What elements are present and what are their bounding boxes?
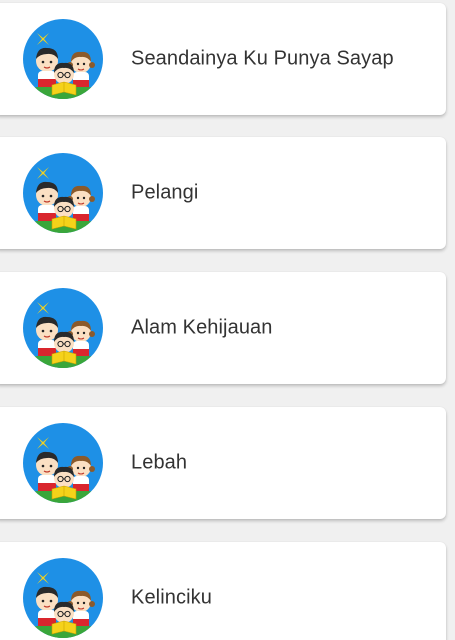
list-item[interactable]: Kelinciku (0, 542, 446, 640)
list-item-title: Pelangi (131, 181, 199, 204)
list-item-title: Lebah (131, 451, 188, 474)
kids-reading-icon (23, 153, 103, 233)
list-item[interactable]: Seandainya Ku Punya Sayap (0, 3, 446, 115)
kids-reading-icon (23, 288, 103, 368)
kids-reading-icon (23, 19, 103, 99)
list-item[interactable]: Lebah (0, 407, 446, 519)
list-item[interactable]: Pelangi (0, 137, 446, 249)
list-item-title: Alam Kehijauan (131, 316, 273, 339)
list-item-title: Seandainya Ku Punya Sayap (131, 47, 394, 70)
list-item-title: Kelinciku (131, 586, 212, 609)
list-item[interactable]: Alam Kehijauan (0, 272, 446, 384)
song-list: Seandainya Ku Punya Sayap Pelangi Alam K… (0, 0, 455, 640)
kids-reading-icon (23, 423, 103, 503)
kids-reading-icon (23, 558, 103, 638)
